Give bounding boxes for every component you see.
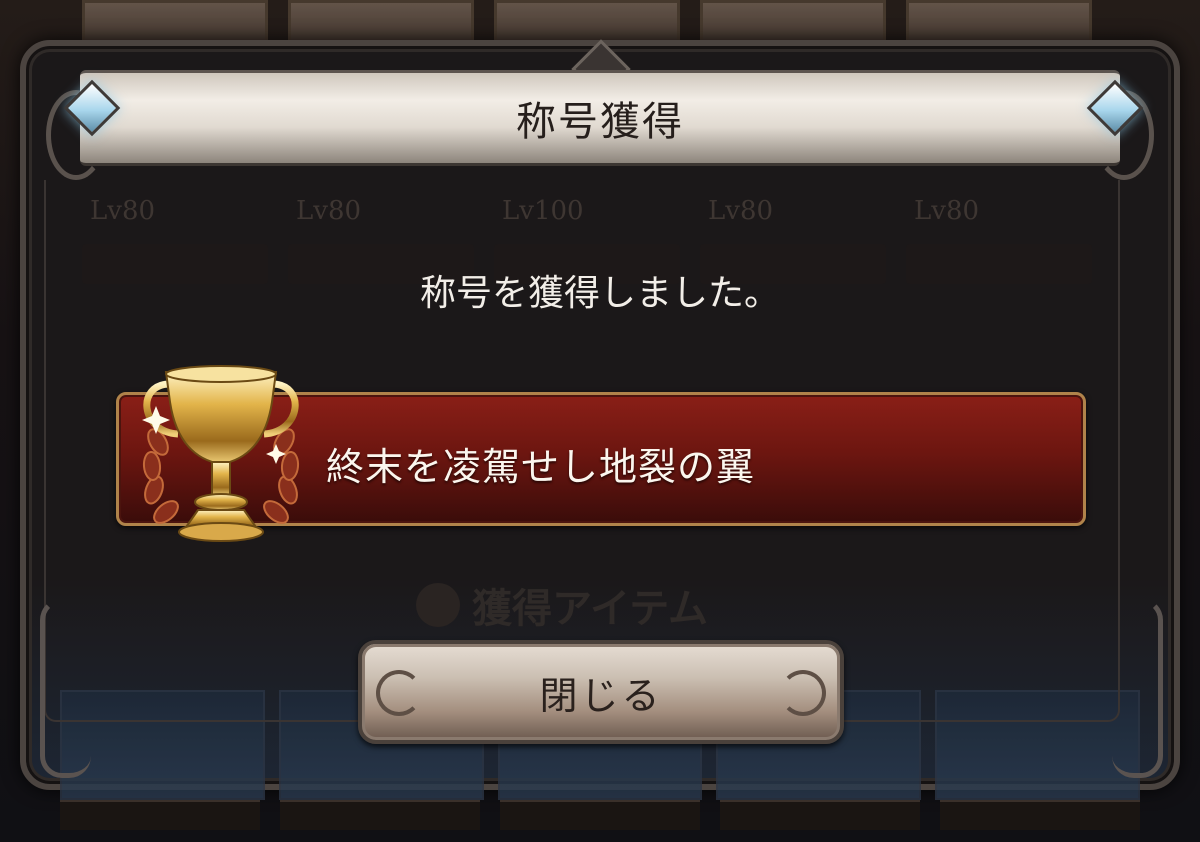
party-level: Lv80 (708, 196, 774, 226)
acquired-items-label: 獲得アイテム (472, 586, 708, 632)
party-level: Lv80 (90, 196, 156, 226)
corner-ornament-icon (40, 598, 91, 778)
button-ornament-icon (780, 670, 826, 716)
close-button[interactable]: 閉じる (358, 640, 844, 744)
party-level: Lv80 (296, 196, 362, 226)
acquired-items-heading: 獲得アイテム (416, 576, 708, 634)
item-card (935, 690, 1140, 800)
item-emblem-icon (416, 583, 460, 627)
acquired-message: 称号を獲得しました。 (419, 273, 780, 314)
close-button-label: 閉じる (539, 673, 663, 718)
corner-ornament-icon (1112, 598, 1163, 778)
game-screen: Lv80 Lv80 Lv100 Lv80 Lv80 獲得アイテム 称号獲得 称号… (0, 0, 1200, 842)
dialog-header-banner: 称号獲得 (46, 70, 1154, 180)
party-level: Lv80 (914, 196, 980, 226)
banner-plate: 称号獲得 (80, 70, 1120, 166)
party-levels: Lv80 Lv80 Lv100 Lv80 Lv80 (82, 196, 1122, 226)
dialog-title: 称号獲得 (516, 99, 684, 145)
button-ornament-icon (376, 670, 422, 716)
trophy-icon (142, 365, 300, 542)
bottom-strip (60, 800, 1140, 830)
earned-title-name: 終末を凌駕せし地裂の翼 (326, 445, 756, 489)
party-level: Lv100 (502, 196, 584, 226)
